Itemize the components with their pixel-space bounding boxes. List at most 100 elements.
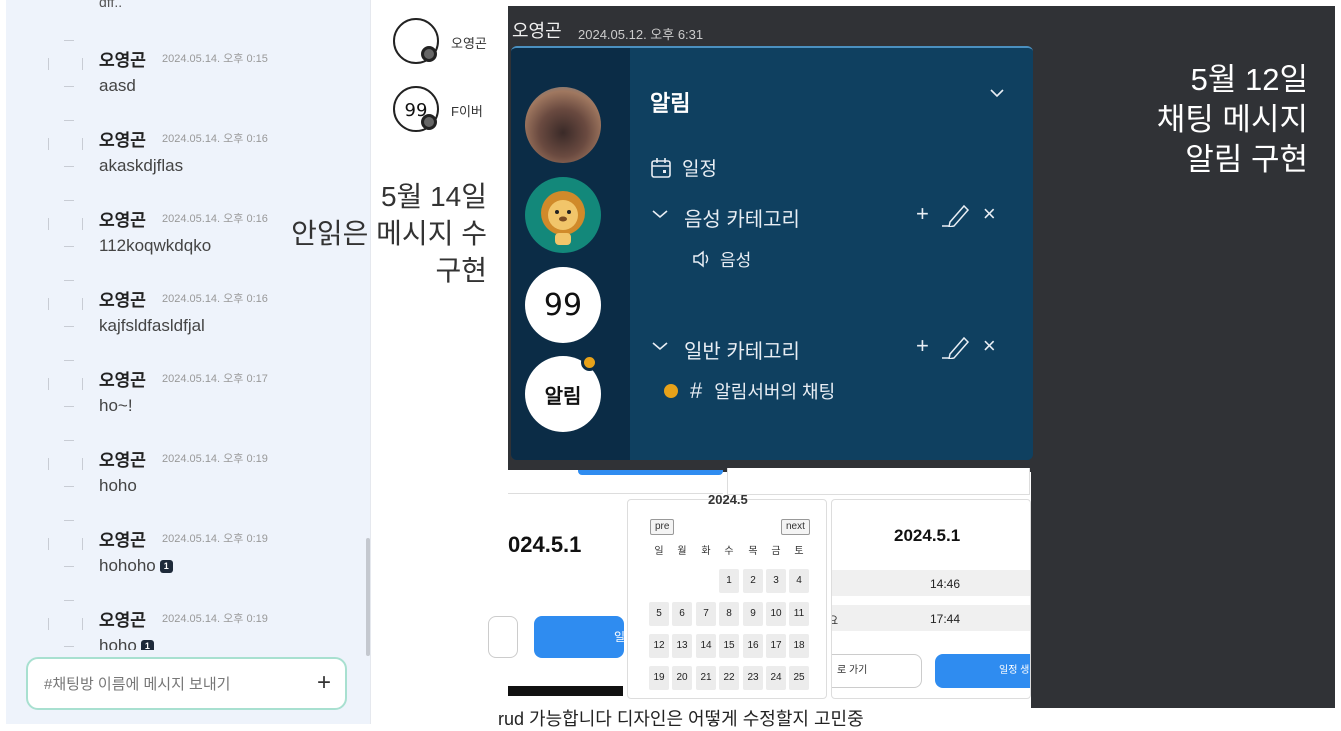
edit-pencil-icon[interactable] <box>941 201 971 227</box>
message-item: 오영곤 2024.05.14. 오후 0:19 hoho 1 <box>6 600 366 650</box>
next-month-button[interactable]: next <box>781 519 810 535</box>
divider <box>48 138 49 150</box>
divider <box>48 378 49 390</box>
back-button[interactable]: 로 가기 <box>832 654 922 688</box>
unread-count-badge: 1 <box>159 559 173 573</box>
voice-channel-item[interactable]: 음성 <box>692 246 751 271</box>
category-tools: + × <box>916 333 996 359</box>
message-time: 2024.05.14. 오후 0:15 <box>162 53 268 65</box>
message-author: 오영곤 <box>99 611 146 630</box>
message-list[interactable]: dff.. 오영곤 2024.05.14. 오후 0:15 aasd 오영곤 2… <box>6 0 370 650</box>
calendar-day[interactable]: 5 <box>649 602 669 626</box>
alarm-server-icon[interactable]: 알림 <box>525 354 601 432</box>
add-channel-button[interactable]: + <box>916 201 929 227</box>
divider <box>82 138 83 150</box>
calendar-day[interactable]: 19 <box>649 666 669 690</box>
message-body: hoho <box>99 476 137 495</box>
schedule-item[interactable]: 일정 <box>650 154 717 181</box>
message-text: aasd <box>99 76 136 96</box>
calendar-day[interactable]: 9 <box>743 602 763 626</box>
divider <box>48 618 49 630</box>
calendar-day[interactable]: 17 <box>766 634 786 658</box>
chevron-down-icon[interactable] <box>990 88 1004 98</box>
lion-server-icon[interactable] <box>525 177 601 253</box>
member-item[interactable]: 99 F이버 <box>393 86 503 136</box>
weekday-label: 월 <box>677 546 687 557</box>
dark-background <box>1031 472 1335 708</box>
delete-category-button[interactable]: × <box>983 201 996 227</box>
calendar-day[interactable]: 13 <box>672 634 692 658</box>
message-text: hoho 1 <box>99 636 154 650</box>
text-channel-name: 알림서버의 채팅 <box>714 382 836 402</box>
ninety-nine-server-icon[interactable]: 99 <box>525 267 601 343</box>
detail-date: 2024.5.1 <box>894 526 961 545</box>
message-author: 오영곤 <box>99 291 146 310</box>
button-cutoff <box>578 470 723 475</box>
message-time: 2024.05.14. 오후 0:19 <box>162 533 268 545</box>
unread-count-badge: 1 <box>140 639 154 650</box>
create-schedule-button[interactable]: 일정 생 <box>935 654 1030 688</box>
message-text: akaskdjflas <box>99 156 183 176</box>
divider <box>82 538 83 550</box>
server-title: 알림 <box>650 91 691 116</box>
svg-text:99: 99 <box>544 288 582 323</box>
calendar-day[interactable]: 6 <box>672 602 692 626</box>
member-item[interactable]: 오영곤 <box>393 18 503 68</box>
schedule-row: 요 17:44 <box>832 605 1030 631</box>
delete-category-button[interactable]: × <box>983 333 996 359</box>
calendar-day[interactable]: 18 <box>789 634 809 658</box>
prev-month-button[interactable]: pre <box>650 519 675 535</box>
text-channel-item[interactable]: # 알림서버의 채팅 <box>664 378 835 404</box>
add-channel-button[interactable]: + <box>916 333 929 359</box>
input-field[interactable] <box>488 616 518 658</box>
category-voice[interactable]: 음성 카테고리 + × <box>652 201 1012 231</box>
divider <box>64 406 74 407</box>
message-input[interactable] <box>44 673 294 695</box>
status-dot-icon <box>421 114 437 130</box>
category-text[interactable]: 일반 카테고리 + × <box>652 333 1012 363</box>
message-item: 오영곤 2024.05.14. 오후 0:17 ho~! <box>6 360 366 442</box>
calendar-day[interactable]: 7 <box>696 602 716 626</box>
calendar-day[interactable]: 15 <box>719 634 739 658</box>
calendar-day[interactable]: 23 <box>743 666 763 690</box>
divider <box>64 120 74 121</box>
calendar-day[interactable]: 10 <box>766 602 786 626</box>
calendar-day[interactable]: 22 <box>719 666 739 690</box>
caption-text: rud 가능합니다 디자인은 어떻게 수정할지 고민중 <box>498 709 864 729</box>
calendar-day[interactable]: 3 <box>766 569 786 593</box>
calendar-day[interactable]: 16 <box>743 634 763 658</box>
calendar-day[interactable]: 8 <box>719 602 739 626</box>
message-text: 112koqwkdqko <box>99 236 211 256</box>
screenshot-collage: dff.. 오영곤 2024.05.14. 오후 0:15 aasd 오영곤 2… <box>0 0 1341 731</box>
photo-server-icon[interactable] <box>525 87 601 163</box>
divider <box>64 326 74 327</box>
calendar-day[interactable]: 20 <box>672 666 692 690</box>
divider <box>64 566 74 567</box>
message-author: 오영곤 <box>99 131 146 150</box>
message-body: aasd <box>99 76 136 95</box>
message-time: 2024.05.14. 오후 0:19 <box>162 613 268 625</box>
calendar-day[interactable]: 24 <box>766 666 786 690</box>
message-time: 2024.05.14. 오후 0:19 <box>162 453 268 465</box>
member-list: 오영곤 99 F이버 <box>370 0 508 724</box>
calendar-day[interactable]: 4 <box>789 569 809 593</box>
annotation-may14: 5월 14일 안읽은 메시지 수 구현 <box>200 178 487 289</box>
confirm-button[interactable]: 일 <box>534 616 625 658</box>
message-text-cut: dff.. <box>99 0 123 10</box>
add-attachment-button[interactable]: + <box>317 668 331 698</box>
edit-pencil-icon[interactable] <box>941 333 971 359</box>
message-text: kajfsldfasldfjal <box>99 316 205 336</box>
calendar-title: 2024.5 <box>708 492 748 507</box>
calendar-day[interactable]: 11 <box>789 602 809 626</box>
annotation-may12: 5월 12일 채팅 메시지 알림 구현 <box>1060 60 1308 180</box>
calendar-day[interactable]: 14 <box>696 634 716 658</box>
calendar-day[interactable]: 2 <box>743 569 763 593</box>
schedule-label: 일정 <box>682 159 717 180</box>
calendar-day[interactable]: 12 <box>649 634 669 658</box>
weekday-label: 화 <box>701 546 711 557</box>
divider <box>82 458 83 470</box>
calendar-day[interactable]: 21 <box>696 666 716 690</box>
calendar-day[interactable]: 25 <box>789 666 809 690</box>
divider <box>64 520 74 521</box>
calendar-day[interactable]: 1 <box>719 569 739 593</box>
